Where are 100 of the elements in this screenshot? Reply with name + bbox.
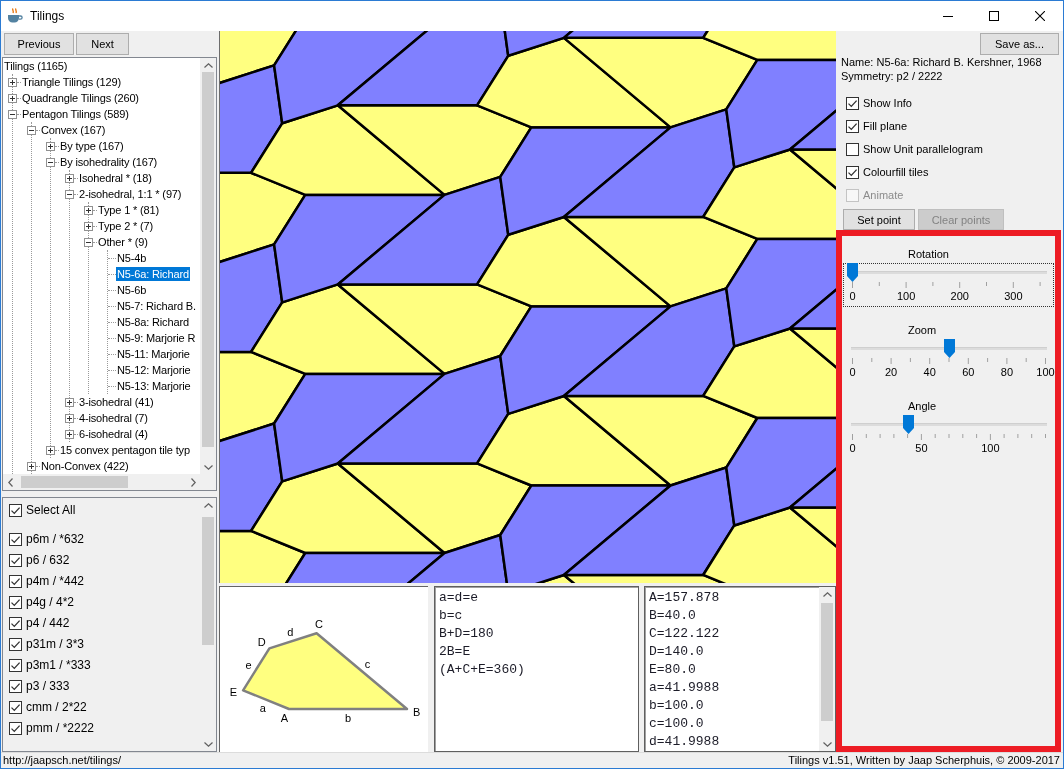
plus-box-icon[interactable] bbox=[8, 93, 17, 103]
tree-item[interactable]: 3-isohedral (41) bbox=[78, 395, 155, 409]
plus-box-icon[interactable] bbox=[65, 397, 74, 407]
tree-item[interactable]: N5-11: Marjorie bbox=[116, 347, 191, 361]
chevron-up-icon[interactable] bbox=[203, 62, 213, 68]
tree-item[interactable]: 6-isohedral (4) bbox=[78, 427, 149, 441]
plus-box-icon[interactable] bbox=[46, 141, 55, 151]
previous-button[interactable]: Previous bbox=[4, 33, 74, 55]
checkbox[interactable] bbox=[846, 166, 859, 179]
minimize-icon[interactable] bbox=[943, 15, 953, 17]
minus-box-icon[interactable] bbox=[46, 157, 55, 167]
checkbox-label[interactable]: p6m / *632 bbox=[26, 532, 85, 547]
slider-thumb[interactable] bbox=[943, 339, 955, 358]
tree-item[interactable]: Type 2 * (7) bbox=[97, 219, 155, 233]
checkbox[interactable] bbox=[9, 575, 22, 588]
scrollbar-thumb[interactable] bbox=[21, 476, 128, 488]
checkbox-label[interactable]: p4 / 442 bbox=[26, 616, 70, 631]
slider-thumb[interactable] bbox=[902, 415, 914, 434]
close-icon[interactable] bbox=[1035, 11, 1045, 21]
checkbox-label[interactable]: p6 / 632 bbox=[26, 553, 70, 568]
tree-item[interactable]: Isohedral * (18) bbox=[78, 171, 153, 185]
chevron-up-icon[interactable] bbox=[203, 502, 213, 508]
chevron-down-icon[interactable] bbox=[822, 741, 832, 747]
checkbox[interactable] bbox=[9, 722, 22, 735]
plus-box-icon[interactable] bbox=[46, 445, 55, 455]
scrollbar-thumb[interactable] bbox=[202, 517, 214, 645]
tree-item[interactable]: By isohedrality (167) bbox=[59, 155, 159, 169]
vertical-scrollbar[interactable] bbox=[819, 587, 835, 751]
tree-item[interactable]: Quadrangle Tilings (260) bbox=[21, 91, 140, 105]
next-button[interactable]: Next bbox=[76, 33, 129, 55]
chevron-right-icon[interactable] bbox=[190, 477, 196, 487]
plus-box-icon[interactable] bbox=[27, 461, 36, 471]
tree-item[interactable]: Pentagon Tilings (589) bbox=[21, 107, 130, 121]
maximize-icon[interactable] bbox=[989, 11, 999, 21]
plus-box-icon[interactable] bbox=[8, 77, 17, 87]
plus-box-icon[interactable] bbox=[84, 221, 93, 231]
checkbox[interactable] bbox=[9, 659, 22, 672]
tree-item[interactable]: N5-6a: Richard bbox=[116, 267, 190, 281]
chevron-down-icon[interactable] bbox=[203, 741, 213, 747]
checkbox-label[interactable]: p3m1 / *333 bbox=[26, 658, 91, 673]
edge-label: a bbox=[259, 702, 266, 714]
tree-item[interactable]: 15 convex pentagon tile typ bbox=[59, 443, 191, 457]
tree-item[interactable]: N5-4b bbox=[116, 251, 148, 265]
tree-item[interactable]: 2-isohedral, 1:1 * (97) bbox=[78, 187, 183, 201]
minus-box-icon[interactable] bbox=[27, 125, 36, 135]
plus-box-icon[interactable] bbox=[65, 413, 74, 423]
chevron-down-icon[interactable] bbox=[203, 464, 213, 470]
checkbox[interactable] bbox=[9, 701, 22, 714]
edge-label: e bbox=[245, 658, 252, 671]
checkbox-label[interactable]: Fill plane bbox=[863, 119, 908, 134]
scrollbar-thumb[interactable] bbox=[202, 72, 214, 447]
set-point-button[interactable]: Set point bbox=[843, 209, 915, 230]
checkbox-label[interactable]: p31m / 3*3 bbox=[26, 637, 85, 652]
checkbox[interactable] bbox=[846, 97, 859, 110]
checkbox-label[interactable]: p3 / 333 bbox=[26, 679, 70, 694]
minus-box-icon[interactable] bbox=[65, 189, 74, 199]
tree-item[interactable]: Other * (9) bbox=[97, 235, 149, 249]
tree-item[interactable]: Non-Convex (422) bbox=[40, 459, 130, 473]
checkbox[interactable] bbox=[9, 504, 22, 517]
tree-item[interactable]: N5-9: Marjorie R bbox=[116, 331, 197, 345]
checkbox-label[interactable]: Select All bbox=[26, 503, 76, 518]
checkbox-label[interactable]: pmm / *2222 bbox=[26, 721, 95, 736]
chevron-up-icon[interactable] bbox=[822, 591, 832, 597]
tree-item[interactable]: N5-8a: Richard bbox=[116, 315, 190, 329]
plus-box-icon[interactable] bbox=[65, 173, 74, 183]
checkbox-label[interactable]: Colourfill tiles bbox=[863, 165, 929, 180]
tree-item[interactable]: Triangle Tilings (129) bbox=[21, 75, 122, 89]
checkbox-label[interactable]: cmm / 2*22 bbox=[26, 700, 87, 715]
tree-item[interactable]: N5-7: Richard B. bbox=[116, 299, 197, 313]
vertex-label: A bbox=[280, 711, 289, 724]
checkbox[interactable] bbox=[9, 596, 22, 609]
checkbox-label[interactable]: p4m / *442 bbox=[26, 574, 85, 589]
checkbox[interactable] bbox=[9, 617, 22, 630]
checkbox-label[interactable]: Show Unit parallelogram bbox=[863, 142, 983, 157]
horizontal-scrollbar[interactable] bbox=[3, 474, 200, 490]
tree-item[interactable]: By type (167) bbox=[59, 139, 125, 153]
tree-item[interactable]: Type 1 * (81) bbox=[97, 203, 161, 217]
chevron-left-icon[interactable] bbox=[7, 477, 13, 487]
checkbox[interactable] bbox=[9, 533, 22, 546]
save-button[interactable]: Save as... bbox=[980, 33, 1059, 55]
checkbox-label[interactable]: Show Info bbox=[863, 96, 912, 111]
minus-box-icon[interactable] bbox=[84, 237, 93, 247]
tree-item[interactable]: N5-13: Marjorie bbox=[116, 379, 192, 393]
checkbox[interactable] bbox=[9, 638, 22, 651]
checkbox[interactable] bbox=[9, 554, 22, 567]
tree-item[interactable]: N5-6b bbox=[116, 283, 148, 297]
plus-box-icon[interactable] bbox=[65, 429, 74, 439]
scrollbar-thumb[interactable] bbox=[821, 603, 833, 721]
tree-item[interactable]: Tilings (1165) bbox=[3, 59, 69, 73]
tree-item[interactable]: Convex (167) bbox=[40, 123, 107, 137]
tree-item[interactable]: N5-12: Marjorie bbox=[116, 363, 192, 377]
checkbox[interactable] bbox=[9, 680, 22, 693]
slider-thumb[interactable] bbox=[847, 263, 858, 282]
plus-box-icon[interactable] bbox=[84, 205, 93, 215]
checkbox[interactable] bbox=[846, 143, 859, 156]
checkbox-label[interactable]: p4g / 4*2 bbox=[26, 595, 75, 610]
tree-item[interactable]: 4-isohedral (7) bbox=[78, 411, 149, 425]
checkbox[interactable] bbox=[846, 120, 859, 133]
minus-box-icon[interactable] bbox=[8, 109, 17, 119]
vertical-scrollbar[interactable] bbox=[200, 58, 216, 474]
